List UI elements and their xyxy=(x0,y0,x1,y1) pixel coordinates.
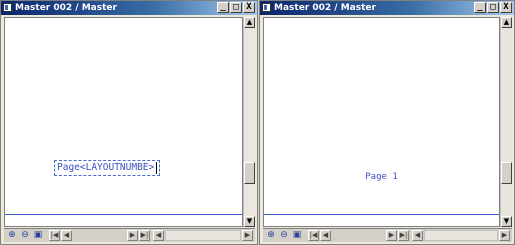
minimize-button[interactable]: _ xyxy=(474,2,486,13)
vertical-scrollbar[interactable]: ▲ ▼ xyxy=(243,17,255,227)
horizontal-scrollbar[interactable] xyxy=(165,230,241,241)
title-bar[interactable]: Master 002 / Master _ □ X xyxy=(1,1,257,15)
footer-guide-line xyxy=(264,214,499,215)
zoom-in-icon[interactable]: ⊕ xyxy=(265,230,277,241)
status-bar: ⊕ ⊖ ▣ |◀ ◀ ▶ ▶| ◀ ▶ xyxy=(263,228,512,242)
previous-page-button[interactable]: ◀ xyxy=(320,230,331,241)
scroll-down-button[interactable]: ▼ xyxy=(501,216,512,227)
scroll-down-button[interactable]: ▼ xyxy=(244,216,255,227)
title-bar[interactable]: Master 002 / Master _ □ X xyxy=(260,1,514,15)
scroll-thumb[interactable] xyxy=(244,162,255,184)
page-canvas[interactable] xyxy=(4,17,243,227)
first-page-button[interactable]: |◀ xyxy=(308,230,319,241)
zoom-out-icon[interactable]: ⊖ xyxy=(19,230,31,241)
scroll-left-button[interactable]: ◀ xyxy=(153,230,164,241)
footer-guide-line xyxy=(5,214,242,215)
status-bar: ⊕ ⊖ ▣ |◀ ◀ ▶ ▶| ◀ ▶ xyxy=(4,228,255,242)
scroll-right-button[interactable]: ▶ xyxy=(242,230,253,241)
text-cursor xyxy=(156,161,158,174)
view-icon[interactable]: ▣ xyxy=(32,230,44,241)
view-icon[interactable]: ▣ xyxy=(291,230,303,241)
layout-window-left: Master 002 / Master _ □ X Page<LAYOUTNUM… xyxy=(0,0,258,245)
page-number-text: Page 1 xyxy=(365,172,398,182)
window-title: Master 002 / Master xyxy=(15,3,117,13)
first-page-button[interactable]: |◀ xyxy=(49,230,60,241)
minimize-button[interactable]: _ xyxy=(217,2,229,13)
page-canvas[interactable]: Page 1 xyxy=(263,17,500,227)
vertical-scrollbar[interactable]: ▲ ▼ xyxy=(500,17,512,227)
close-button[interactable]: X xyxy=(243,2,255,13)
document-icon[interactable] xyxy=(262,3,271,12)
next-page-button[interactable]: ▶ xyxy=(386,230,397,241)
field-text: Page<LAYOUTNUMBE> xyxy=(57,162,155,173)
scroll-right-button[interactable]: ▶ xyxy=(499,230,510,241)
horizontal-scrollbar[interactable] xyxy=(424,230,498,241)
maximize-button[interactable]: □ xyxy=(230,2,242,13)
document-icon[interactable] xyxy=(3,3,12,12)
previous-page-button[interactable]: ◀ xyxy=(61,230,72,241)
zoom-in-icon[interactable]: ⊕ xyxy=(6,230,18,241)
last-page-button[interactable]: ▶| xyxy=(139,230,150,241)
scroll-thumb[interactable] xyxy=(501,162,512,184)
scroll-left-button[interactable]: ◀ xyxy=(412,230,423,241)
maximize-button[interactable]: □ xyxy=(487,2,499,13)
scroll-up-button[interactable]: ▲ xyxy=(244,17,255,28)
window-title: Master 002 / Master xyxy=(274,3,376,13)
close-button[interactable]: X xyxy=(500,2,512,13)
last-page-button[interactable]: ▶| xyxy=(398,230,409,241)
next-page-button[interactable]: ▶ xyxy=(127,230,138,241)
layout-window-right: Master 002 / Master _ □ X Page 1 ▲ ▼ ⊕ ⊖… xyxy=(259,0,515,245)
scroll-up-button[interactable]: ▲ xyxy=(501,17,512,28)
zoom-out-icon[interactable]: ⊖ xyxy=(278,230,290,241)
page-number-text-field[interactable]: Page<LAYOUTNUMBE> xyxy=(54,160,161,176)
